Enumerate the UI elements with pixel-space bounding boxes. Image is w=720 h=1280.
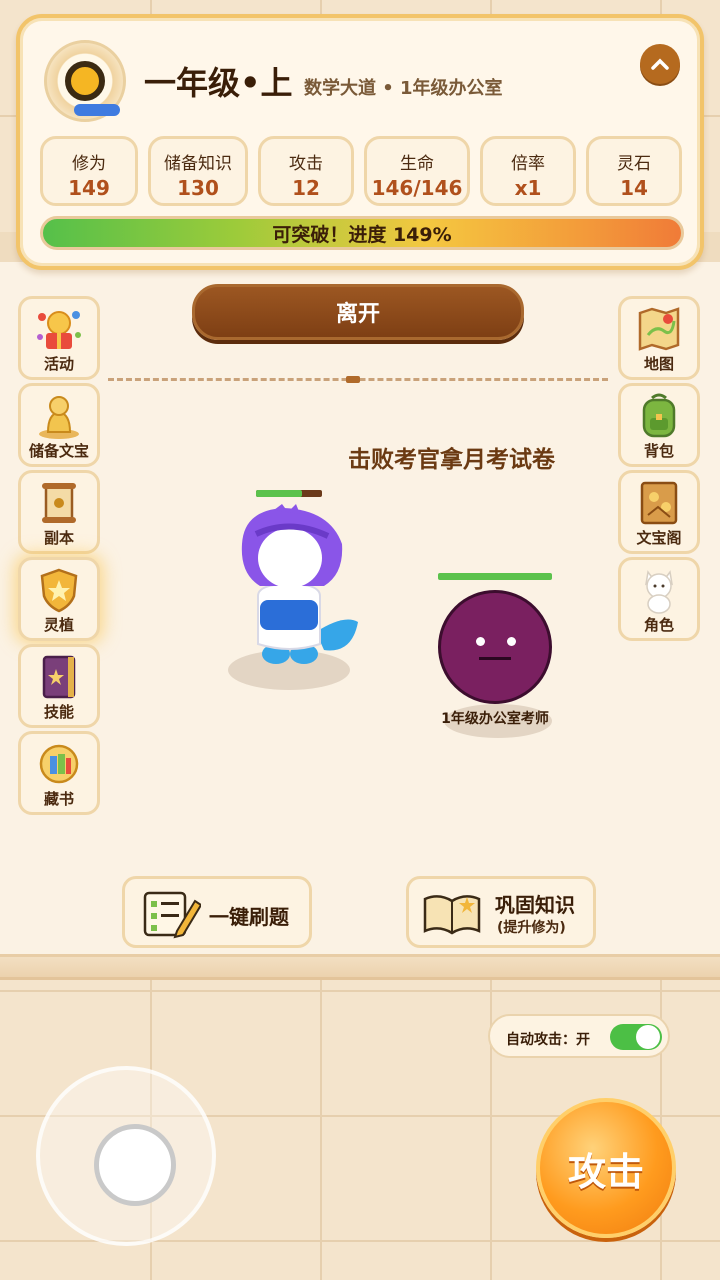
stat-label: 攻击 bbox=[289, 154, 323, 174]
menu-label: 储备文宝 bbox=[28, 442, 89, 460]
notepad-pencil-icon bbox=[143, 891, 201, 939]
star-shield-icon bbox=[40, 568, 78, 613]
enemy-eye bbox=[507, 637, 516, 646]
menu-label: 灵植 bbox=[43, 616, 74, 634]
menu-character[interactable]: 角色 bbox=[618, 557, 700, 641]
stat-label: 灵石 bbox=[617, 154, 651, 174]
menu-skills[interactable]: 技能 bbox=[18, 644, 100, 728]
map-icon bbox=[638, 307, 680, 351]
menu-library[interactable]: 藏书 bbox=[18, 731, 100, 815]
stat-value: 12 bbox=[292, 176, 320, 200]
stat-health: 生命 146/146 bbox=[364, 136, 470, 206]
menu-events[interactable]: 活动 bbox=[18, 296, 100, 380]
stat-multiplier: 倍率 x1 bbox=[480, 136, 576, 206]
stat-value: 14 bbox=[620, 176, 648, 200]
stat-value: 130 bbox=[177, 176, 219, 200]
stat-spirit-stone: 灵石 14 bbox=[586, 136, 682, 206]
toggle-knob bbox=[636, 1025, 660, 1049]
menu-spirit-plants[interactable]: 灵植 bbox=[18, 557, 100, 641]
book-collection-icon bbox=[39, 744, 79, 784]
player-character[interactable] bbox=[234, 504, 364, 670]
stat-reserve-knowledge: 储备知识 130 bbox=[148, 136, 248, 206]
player-hp-bar bbox=[256, 490, 302, 497]
golden-figure-icon bbox=[39, 396, 79, 439]
menu-label: 角色 bbox=[643, 616, 674, 634]
joystick-handle[interactable] bbox=[94, 1124, 176, 1206]
divider-marker bbox=[346, 376, 360, 383]
enemy-name: 1年级办公室考师 bbox=[441, 711, 549, 727]
skill-book-icon bbox=[42, 655, 76, 699]
quick-quiz-label: 一键刷题 bbox=[209, 905, 289, 929]
stat-label: 倍率 bbox=[511, 154, 545, 174]
menu-treasure-pavilion[interactable]: 文宝阁 bbox=[618, 470, 700, 554]
leave-button[interactable]: 离开 bbox=[192, 284, 524, 340]
menu-dungeon[interactable]: 副本 bbox=[18, 470, 100, 554]
menu-reserve-treasure[interactable]: 储备文宝 bbox=[18, 383, 100, 467]
menu-label: 地图 bbox=[643, 355, 674, 373]
menu-label: 文宝阁 bbox=[636, 529, 682, 547]
chevron-up-icon bbox=[651, 58, 669, 70]
enemy-mouth bbox=[479, 657, 511, 660]
rank-title: 一年级•上 bbox=[144, 64, 293, 102]
stat-value: x1 bbox=[514, 176, 542, 200]
arena-edge bbox=[0, 954, 720, 980]
attack-button[interactable]: 攻击 bbox=[536, 1098, 676, 1238]
treasure-book-icon bbox=[640, 481, 678, 525]
consolidate-knowledge-button[interactable]: 巩固知识 (提升修为) bbox=[406, 876, 596, 948]
auto-attack-label: 自动攻击：开 bbox=[506, 1032, 590, 1048]
enemy-eye bbox=[476, 637, 485, 646]
menu-label: 技能 bbox=[43, 703, 74, 721]
collapse-button[interactable] bbox=[640, 44, 680, 84]
toggle-switch[interactable] bbox=[610, 1024, 662, 1050]
stat-label: 生命 bbox=[400, 154, 434, 174]
stat-value: 146/146 bbox=[371, 176, 463, 200]
menu-map[interactable]: 地图 bbox=[618, 296, 700, 380]
quick-quiz-button[interactable]: 一键刷题 bbox=[122, 876, 312, 948]
open-book-icon bbox=[423, 895, 481, 935]
scroll-icon bbox=[42, 483, 76, 523]
objective-text: 击败考官拿月考试卷 bbox=[348, 447, 555, 473]
stat-value: 149 bbox=[68, 176, 110, 200]
stat-label: 修为 bbox=[72, 154, 106, 174]
location-label: 数学大道 • 1年级办公室 bbox=[304, 78, 503, 99]
breakthrough-progress-bar[interactable]: 可突破！进度 149% bbox=[40, 216, 684, 250]
menu-label: 背包 bbox=[643, 442, 674, 460]
stat-cultivation: 修为 149 bbox=[40, 136, 138, 206]
menu-label: 活动 bbox=[43, 355, 74, 373]
consolidate-sublabel: (提升修为) bbox=[497, 920, 566, 936]
cat-character-icon bbox=[645, 570, 673, 614]
stat-attack: 攻击 12 bbox=[258, 136, 354, 206]
avatar-level-bar bbox=[74, 104, 120, 116]
progress-text: 可突破！进度 149% bbox=[272, 223, 452, 246]
menu-label: 副本 bbox=[43, 529, 74, 547]
menu-backpack[interactable]: 背包 bbox=[618, 383, 700, 467]
auto-attack-toggle[interactable]: 自动攻击：开 bbox=[488, 1014, 670, 1058]
menu-label: 藏书 bbox=[43, 790, 74, 808]
avatar-face-icon bbox=[65, 61, 105, 101]
enemy-hp-bar bbox=[438, 573, 552, 580]
player-status-card: 一年级•上 数学大道 • 1年级办公室 修为 149 储备知识 130 攻击 1… bbox=[16, 14, 704, 270]
consolidate-label: 巩固知识 bbox=[495, 893, 575, 917]
stat-label: 储备知识 bbox=[164, 154, 232, 174]
event-gift-icon bbox=[37, 311, 81, 349]
backpack-icon bbox=[642, 393, 676, 438]
enemy-character[interactable] bbox=[438, 590, 552, 704]
